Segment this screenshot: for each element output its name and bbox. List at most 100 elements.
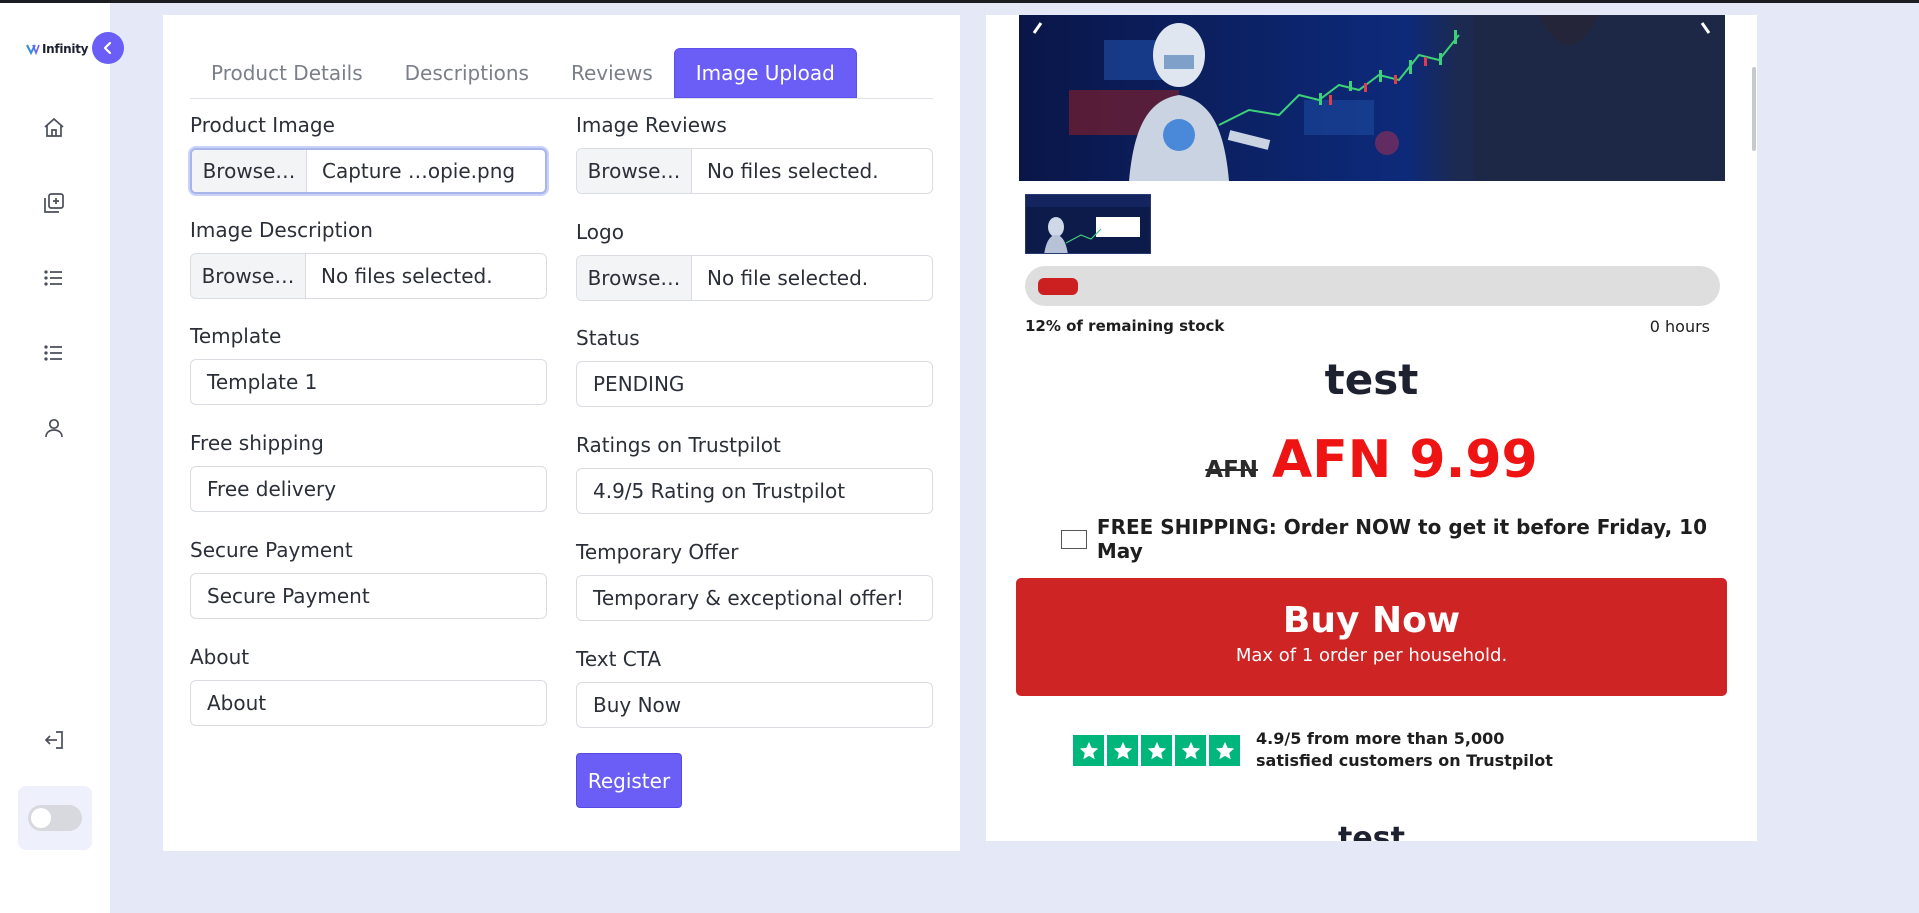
trustpilot-text: 4.9/5 from more than 5,000 satisfied cus… <box>1256 729 1553 770</box>
product-image-file-name: Capture …opie.png <box>322 159 516 183</box>
product-thumbnail[interactable] <box>1025 194 1151 254</box>
list-icon <box>44 270 62 286</box>
register-button[interactable]: Register <box>576 753 682 808</box>
star-icon <box>1175 735 1206 766</box>
add-product-icon <box>44 193 64 213</box>
sidebar: Infinity <box>0 3 110 913</box>
about-input[interactable]: About <box>190 680 547 726</box>
form-tabs: Product Details Descriptions Reviews Ima… <box>190 48 933 99</box>
product-title: test <box>1324 355 1419 404</box>
image-description-file-input[interactable]: Browse… No files selected. <box>190 253 547 299</box>
about-label: About <box>190 645 250 669</box>
hours-remaining-text: 0 hours <box>1649 317 1710 336</box>
image-description-file-name: No files selected. <box>321 264 493 288</box>
star-icon <box>1141 735 1172 766</box>
thumbnail-image <box>1026 195 1150 253</box>
image-reviews-label: Image Reviews <box>576 113 727 137</box>
buy-now-subtitle: Max of 1 order per household. <box>1235 645 1508 666</box>
image-reviews-field: Image Reviews Browse… No files selected. <box>576 111 933 194</box>
free-shipping-row: FREE SHIPPING: Order NOW to get it befor… <box>1061 515 1757 563</box>
buy-now-button[interactable]: Buy Now Max of 1 order per household. <box>1016 578 1727 696</box>
tab-product-details[interactable]: Product Details <box>190 48 384 98</box>
stock-progress-fill <box>1038 278 1078 295</box>
product-image-browse-button[interactable]: Browse… <box>192 150 307 192</box>
temporary-offer-label: Temporary Offer <box>576 540 739 564</box>
logo-label: Logo <box>576 220 624 244</box>
logo-text: Infinity <box>42 42 89 56</box>
price-row: AFN AFN 9.99 <box>986 430 1757 490</box>
logout-button[interactable] <box>42 728 66 752</box>
text-cta-input[interactable]: Buy Now <box>576 682 933 728</box>
nav-list-1[interactable] <box>42 266 66 290</box>
free-shipping-label: Free shipping <box>190 431 324 455</box>
logo-field: Logo Browse… No file selected. <box>576 218 933 301</box>
trustpilot-stars <box>1073 735 1240 766</box>
free-shipping-field: Free shipping Free delivery <box>190 429 547 512</box>
star-icon <box>1073 735 1104 766</box>
user-icon <box>45 418 63 438</box>
theme-toggle[interactable] <box>28 805 82 831</box>
nav-home[interactable] <box>42 116 66 140</box>
free-shipping-input[interactable]: Free delivery <box>190 466 547 512</box>
status-label: Status <box>576 326 640 350</box>
temporary-offer-input[interactable]: Temporary & exceptional offer! <box>576 575 933 621</box>
image-reviews-file-input[interactable]: Browse… No files selected. <box>576 148 933 194</box>
template-label: Template <box>190 324 282 348</box>
stock-progress-bar <box>1025 266 1720 306</box>
product-image-file-input[interactable]: Browse… Capture …opie.png <box>190 148 547 194</box>
product-form-panel: Product Details Descriptions Reviews Ima… <box>163 15 960 851</box>
product-hero-image <box>1019 15 1725 181</box>
secure-payment-label: Secure Payment <box>190 538 353 562</box>
star-icon <box>1209 735 1240 766</box>
ratings-field: Ratings on Trustpilot 4.9/5 Rating on Tr… <box>576 431 933 514</box>
secure-payment-input[interactable]: Secure Payment <box>190 573 547 619</box>
secure-payment-field: Secure Payment Secure Payment <box>190 536 547 619</box>
buy-now-title: Buy Now <box>1282 600 1461 641</box>
home-icon <box>44 117 64 137</box>
image-description-label: Image Description <box>190 218 373 242</box>
tab-reviews[interactable]: Reviews <box>550 48 674 98</box>
image-reviews-file-name: No files selected. <box>707 159 879 183</box>
logo-mark-icon <box>26 44 40 55</box>
logo-file-name: No file selected. <box>707 266 869 290</box>
temporary-offer-field: Temporary Offer Temporary & exceptional … <box>576 538 933 621</box>
current-price: AFN 9.99 <box>1272 430 1538 490</box>
product-image-field: Product Image Browse… Capture …opie.png <box>190 111 547 194</box>
star-icon <box>1107 735 1138 766</box>
theme-toggle-container <box>18 786 92 850</box>
product-preview-panel: 12% of remaining stock 0 hours test AFN … <box>986 15 1757 841</box>
image-description-browse-button[interactable]: Browse… <box>191 254 306 298</box>
nav-list-2[interactable] <box>42 341 66 365</box>
tab-descriptions[interactable]: Descriptions <box>384 48 550 98</box>
hero-trading-robot-image <box>1019 15 1725 181</box>
status-field: Status PENDING <box>576 324 933 407</box>
product-title-repeat: test <box>1338 821 1405 841</box>
tab-image-upload[interactable]: Image Upload <box>673 48 857 98</box>
text-cta-field: Text CTA Buy Now <box>576 645 933 728</box>
preview-scrollbar[interactable] <box>1752 67 1756 151</box>
ratings-input[interactable]: 4.9/5 Rating on Trustpilot <box>576 468 933 514</box>
about-field: About About <box>190 643 547 726</box>
list-icon <box>44 345 62 361</box>
old-price: AFN <box>1205 457 1259 483</box>
top-border <box>0 0 1919 3</box>
app-logo: Infinity <box>26 42 88 56</box>
logout-icon <box>44 731 63 749</box>
nav-user[interactable] <box>42 416 66 440</box>
logo-file-input[interactable]: Browse… No file selected. <box>576 255 933 301</box>
nav-add-product[interactable] <box>42 191 66 215</box>
chevron-left-icon <box>103 41 112 55</box>
image-description-field: Image Description Browse… No files selec… <box>190 216 547 299</box>
template-input[interactable]: Template 1 <box>190 359 547 405</box>
template-field: Template Template 1 <box>190 322 547 405</box>
sidebar-collapse-button[interactable] <box>92 32 124 64</box>
free-shipping-checkbox[interactable] <box>1061 529 1087 549</box>
ratings-label: Ratings on Trustpilot <box>576 433 781 457</box>
remaining-stock-text: 12% of remaining stock <box>1025 317 1225 335</box>
logo-browse-button[interactable]: Browse… <box>577 256 692 300</box>
free-shipping-text: FREE SHIPPING: Order NOW to get it befor… <box>1096 515 1707 563</box>
status-input[interactable]: PENDING <box>576 361 933 407</box>
image-reviews-browse-button[interactable]: Browse… <box>577 149 692 193</box>
product-image-label: Product Image <box>190 113 335 137</box>
text-cta-label: Text CTA <box>576 647 662 671</box>
